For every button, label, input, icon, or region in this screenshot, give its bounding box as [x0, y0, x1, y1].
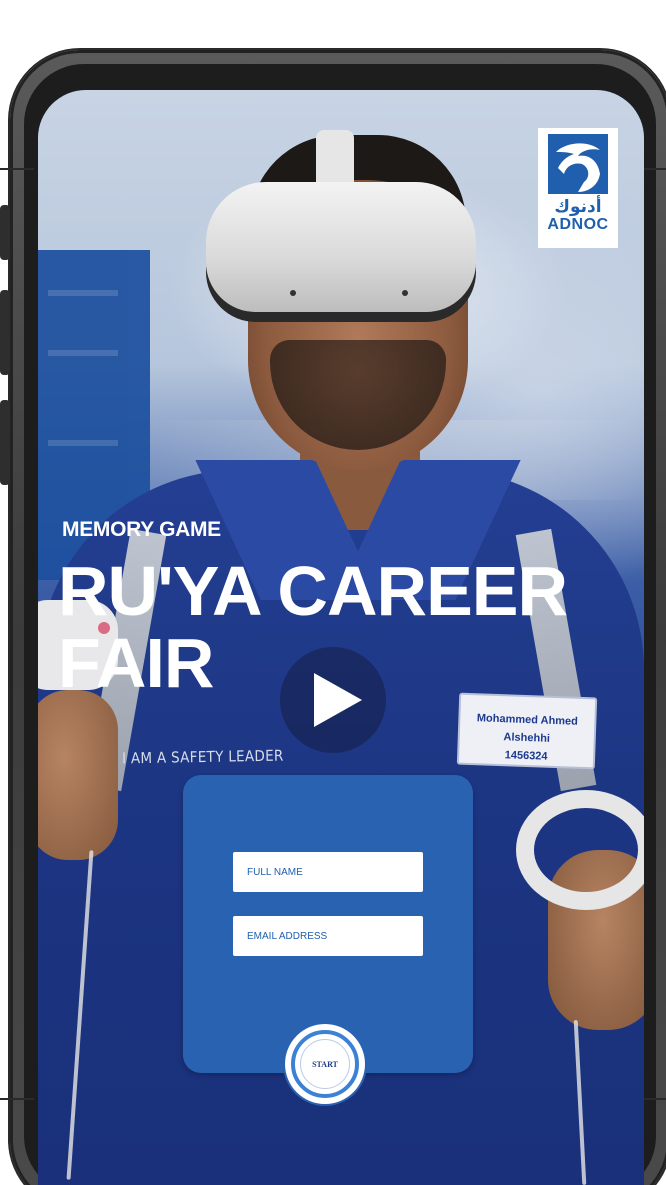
adnoc-logo: أدنوك ADNOC: [538, 128, 618, 248]
side-button-middle: [0, 290, 10, 375]
person-hand-left: [38, 690, 118, 860]
app-screen: Mohammed Ahmed Alshehhi 1456324 I AM A S…: [38, 90, 644, 1185]
name-tag: Mohammed Ahmed Alshehhi 1456324: [456, 692, 598, 770]
play-video-button[interactable]: [280, 647, 386, 753]
vr-controller-right: [516, 790, 644, 910]
play-icon: [314, 673, 362, 727]
start-button-container: START: [285, 1024, 365, 1104]
frame-edge-left-bottom: [0, 1098, 34, 1100]
shirt-slogan: I AM A SAFETY LEADER: [121, 746, 284, 768]
vr-sensor-dot: [290, 290, 296, 296]
side-button-bottom: [0, 400, 10, 485]
vr-headset: [206, 182, 476, 312]
frame-edge-left-top: [0, 168, 34, 170]
adnoc-arabic-text: أدنوك: [554, 197, 602, 217]
page: Mohammed Ahmed Alshehhi 1456324 I AM A S…: [0, 0, 666, 1185]
start-button[interactable]: START: [300, 1039, 350, 1089]
side-button-top: [0, 205, 10, 260]
adnoc-falcon-icon: [548, 134, 608, 194]
email-address-input[interactable]: [233, 916, 423, 956]
full-name-input[interactable]: [233, 852, 423, 892]
game-subtitle: MEMORY GAME: [62, 518, 221, 541]
registration-form: START: [183, 775, 473, 1104]
adnoc-english-text: ADNOC: [547, 216, 609, 233]
vr-sensor-dot: [402, 290, 408, 296]
name-tag-name: Mohammed Ahmed Alshehhi: [476, 712, 579, 745]
name-tag-id: 1456324: [504, 749, 548, 763]
